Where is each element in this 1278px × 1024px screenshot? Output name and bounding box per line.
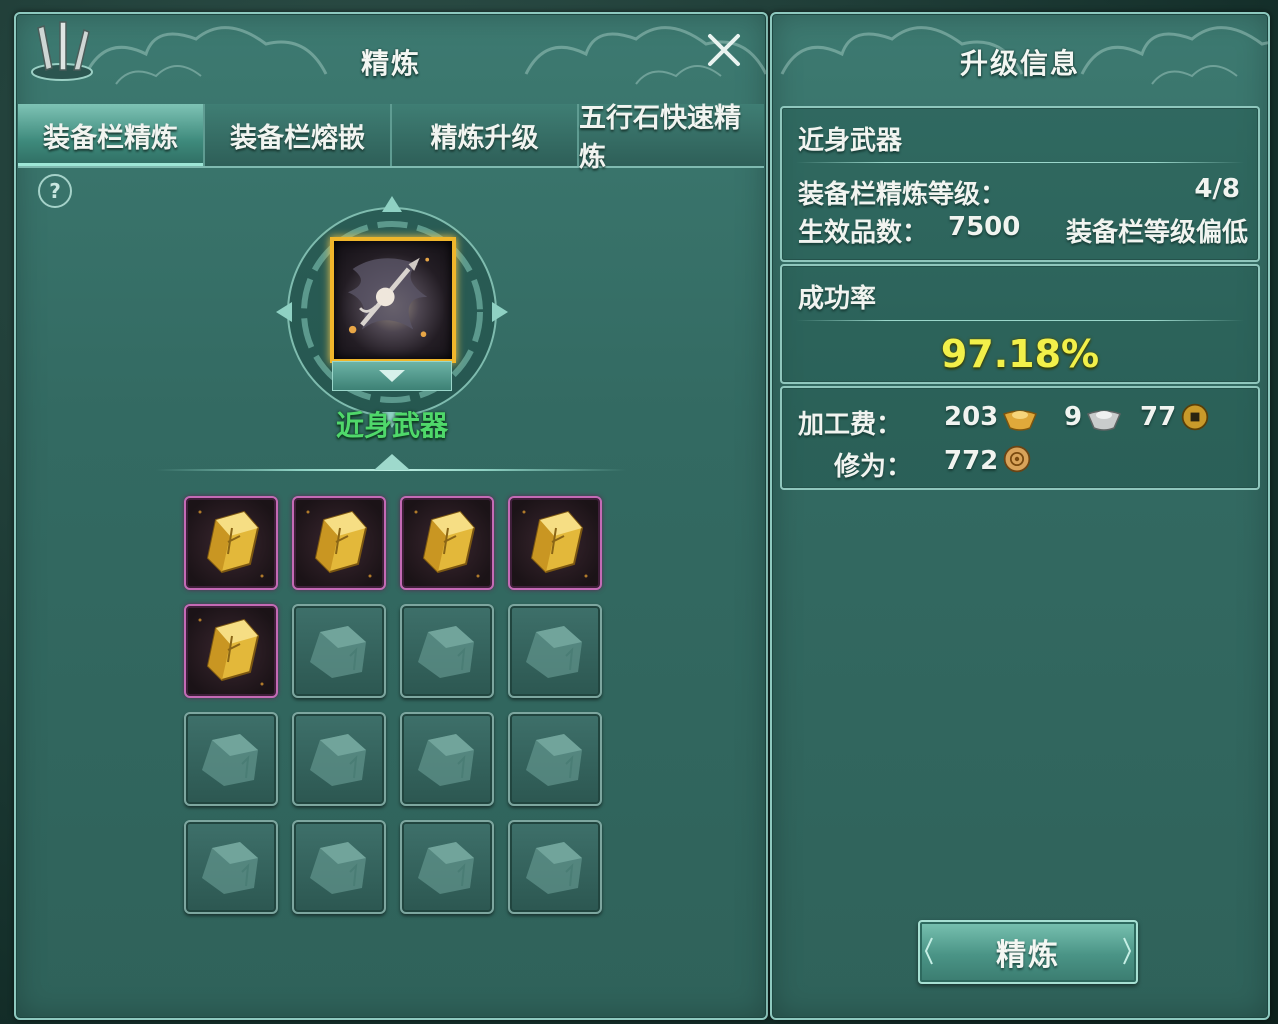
refine-stone-slot-empty[interactable] xyxy=(292,820,386,914)
button-cap-left-icon xyxy=(924,937,933,965)
refine-stone-slot-empty[interactable] xyxy=(400,604,494,698)
empty-stone-silhouette-icon xyxy=(202,734,258,786)
gold-refine-stone-icon xyxy=(522,510,588,578)
empty-stone-silhouette-icon xyxy=(418,626,474,678)
copper-amount: 77 xyxy=(1140,402,1177,432)
cultivation-amount: 772 xyxy=(944,446,999,476)
gold-ingot-icon xyxy=(1003,410,1037,431)
divider xyxy=(796,162,1244,163)
upgrade-info-panel: 升级信息 近身武器 装备栏精炼等级： 4/8 生效品数： 7500 装备栏等级偏… xyxy=(770,12,1270,1020)
silver-amount: 9 xyxy=(1064,402,1083,432)
divider-arrow-icon xyxy=(374,454,410,470)
empty-stone-silhouette-icon xyxy=(310,626,366,678)
fee-label: 加工费： xyxy=(798,410,903,440)
refine-stone-slot-filled[interactable] xyxy=(400,496,494,590)
refine-button[interactable]: 精炼 xyxy=(918,920,1138,984)
divider xyxy=(796,320,1244,321)
refine-level-label: 装备栏精炼等级： xyxy=(798,180,1007,210)
refine-stone-slot-empty[interactable] xyxy=(400,712,494,806)
empty-stone-silhouette-icon xyxy=(526,842,582,894)
refine-stone-slot-filled[interactable] xyxy=(292,496,386,590)
refine-stone-grid xyxy=(184,496,602,914)
tab-equip-slot-refine[interactable]: 装备栏精炼 xyxy=(18,104,205,166)
refine-stone-slot-empty[interactable] xyxy=(292,604,386,698)
refine-panel: 精炼 装备栏精炼 装备栏熔嵌 精炼升级 五行石快速精炼 ? 近身武器 xyxy=(14,12,768,1020)
gold-refine-stone-icon xyxy=(414,510,480,578)
equip-info-box: 近身武器 装备栏精炼等级： 4/8 生效品数： 7500 装备栏等级偏低 xyxy=(780,106,1260,262)
gold-refine-stone-icon xyxy=(306,510,372,578)
effective-quality-value: 7500 xyxy=(948,212,1021,242)
equip-heading: 近身武器 xyxy=(798,126,903,156)
equip-name-label: 近身武器 xyxy=(335,409,448,442)
slot-level-warning: 装备栏等级偏低 xyxy=(1065,218,1248,248)
empty-stone-silhouette-icon xyxy=(418,734,474,786)
empty-stone-silhouette-icon xyxy=(418,842,474,894)
success-rate-box: 成功率 97.18% xyxy=(780,264,1260,384)
empty-stone-silhouette-icon xyxy=(526,626,582,678)
tab-bar: 装备栏精炼 装备栏熔嵌 精炼升级 五行石快速精炼 xyxy=(18,103,764,173)
refine-stone-slot-empty[interactable] xyxy=(508,820,602,914)
button-cap-right-icon xyxy=(1123,937,1132,965)
weapon-icon xyxy=(347,257,430,338)
tab-refine-upgrade[interactable]: 精炼升级 xyxy=(392,104,579,166)
equip-dropdown-button[interactable] xyxy=(332,361,452,391)
refine-stone-slot-empty[interactable] xyxy=(400,820,494,914)
refine-level-value: 4/8 xyxy=(1194,174,1240,204)
success-rate-heading: 成功率 xyxy=(798,284,877,314)
refine-button-label: 精炼 xyxy=(996,938,1060,973)
empty-stone-silhouette-icon xyxy=(202,842,258,894)
chevron-down-icon xyxy=(379,370,405,382)
refine-stone-slot-empty[interactable] xyxy=(508,604,602,698)
cultivation-orb-icon xyxy=(1003,445,1031,473)
refine-stone-slot-empty[interactable] xyxy=(292,712,386,806)
gold-refine-stone-icon xyxy=(198,510,264,578)
refine-stone-slot-filled[interactable] xyxy=(184,496,278,590)
refine-stone-slot-empty[interactable] xyxy=(508,712,602,806)
empty-stone-silhouette-icon xyxy=(526,734,582,786)
equipped-weapon-slot[interactable] xyxy=(330,237,456,363)
empty-stone-silhouette-icon xyxy=(310,842,366,894)
cultivation-label: 修为： xyxy=(834,452,913,482)
refine-stone-slot-filled[interactable] xyxy=(508,496,602,590)
refine-stone-slot-filled[interactable] xyxy=(184,604,278,698)
success-rate-value: 97.18% xyxy=(940,332,1100,376)
copper-coin-icon xyxy=(1181,403,1209,431)
gold-refine-stone-icon xyxy=(198,618,264,686)
panel-title: 升级信息 xyxy=(959,47,1080,80)
help-icon[interactable]: ? xyxy=(38,174,72,208)
panel-title: 精炼 xyxy=(360,47,421,80)
refine-stone-slot-empty[interactable] xyxy=(184,712,278,806)
close-icon[interactable] xyxy=(704,30,744,70)
refine-stone-slot-empty[interactable] xyxy=(184,820,278,914)
empty-stone-silhouette-icon xyxy=(310,734,366,786)
gold-amount: 203 xyxy=(944,402,999,432)
cost-box: 加工费： 203 9 77 修为： 772 xyxy=(780,386,1260,490)
tab-quick-refine[interactable]: 五行石快速精炼 xyxy=(579,103,764,173)
silver-ingot-icon xyxy=(1087,410,1121,431)
effective-quality-label: 生效品数： xyxy=(798,218,929,248)
tab-equip-slot-inlay[interactable]: 装备栏熔嵌 xyxy=(205,104,392,166)
